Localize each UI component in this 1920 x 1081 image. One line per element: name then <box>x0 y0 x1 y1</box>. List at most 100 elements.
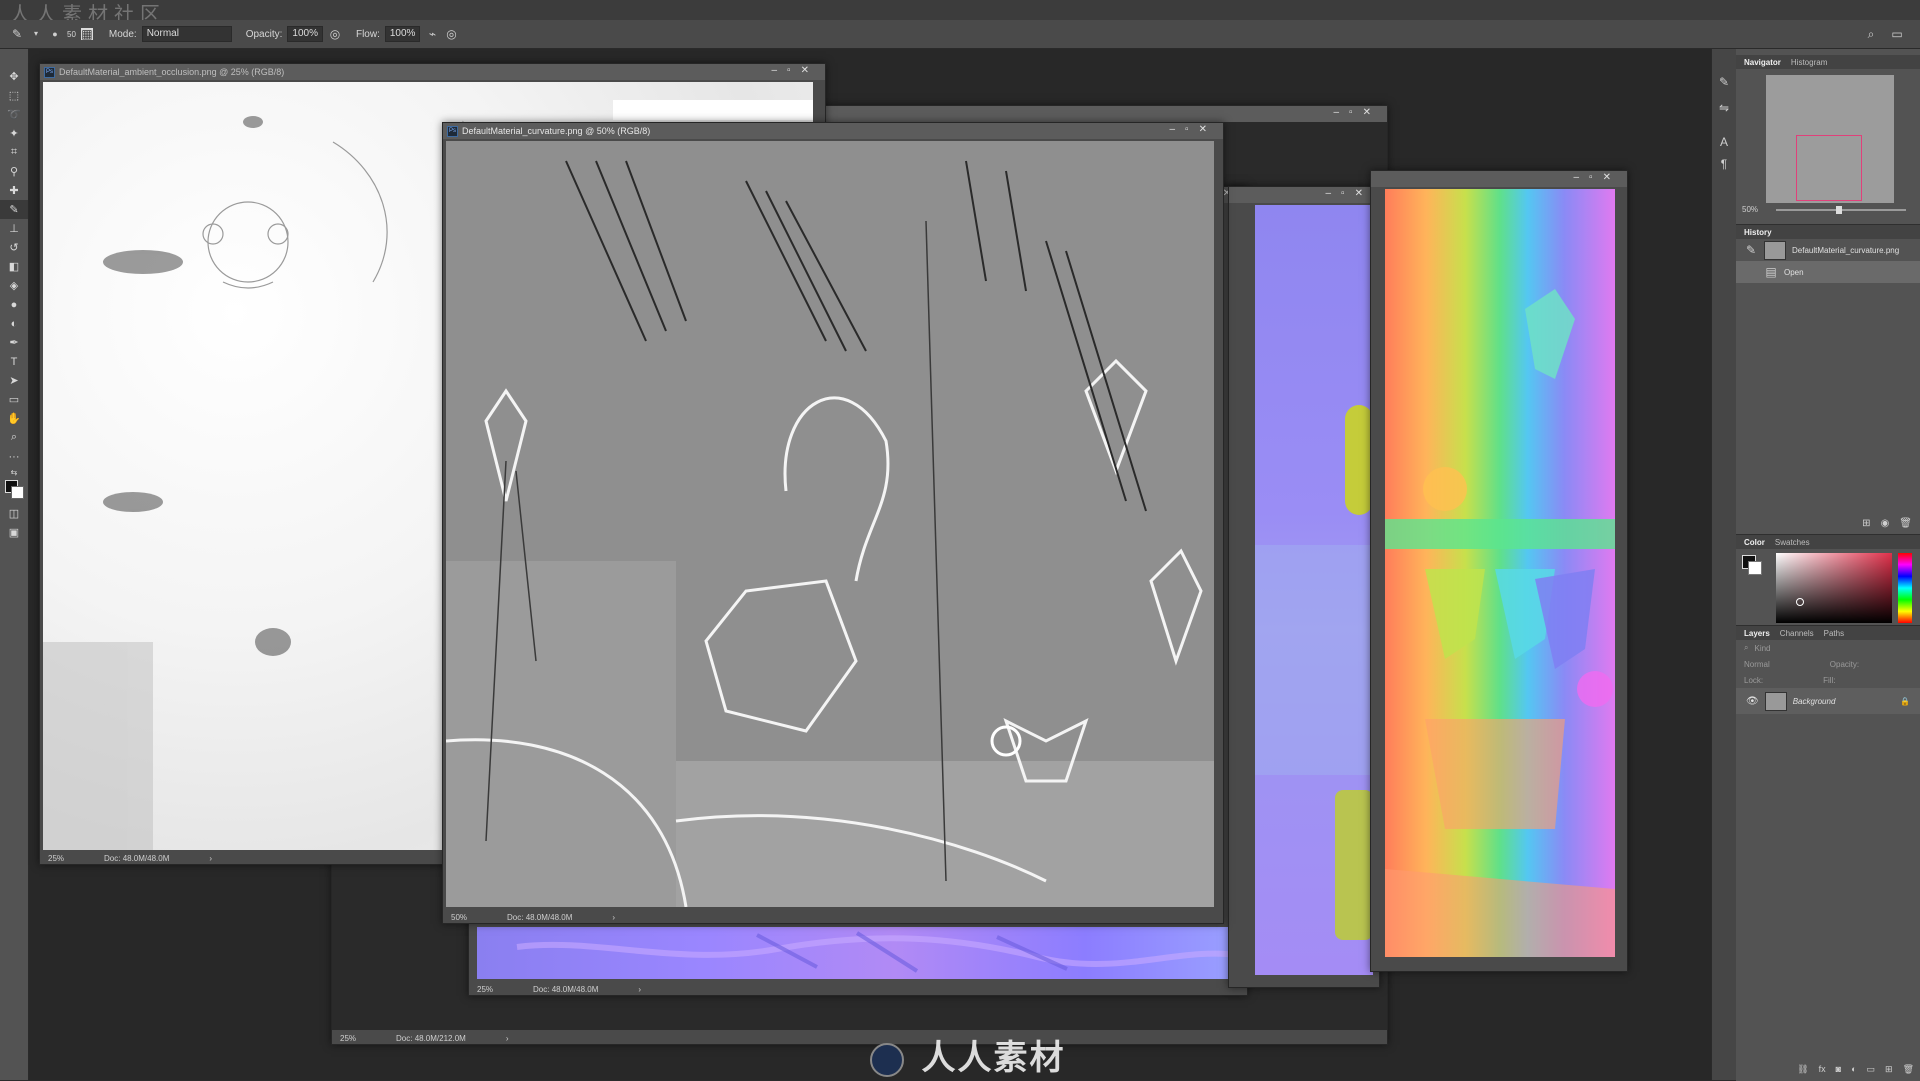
doc-size[interactable]: Doc: 48.0M/48.0M <box>104 854 169 863</box>
blend-mode-select[interactable]: Normal <box>1744 660 1770 669</box>
quick-mask-icon[interactable]: ◫ <box>0 504 28 523</box>
navigator-thumbnail[interactable] <box>1766 75 1894 203</box>
doc-size[interactable]: Doc: 48.0M/48.0M <box>533 985 598 994</box>
history-snapshot[interactable]: ✎ DefaultMaterial_curvature.png <box>1736 239 1920 261</box>
navigator-view-box[interactable] <box>1796 135 1862 201</box>
visibility-eye-icon[interactable]: 👁 <box>1746 696 1759 707</box>
tab-history[interactable]: History <box>1744 228 1772 237</box>
middle-canvas[interactable] <box>1255 205 1373 975</box>
swap-colors-icon[interactable]: ⇆ <box>0 466 28 478</box>
flow-field[interactable]: 100% <box>384 26 421 42</box>
doc-window-curvature[interactable]: Ps DefaultMaterial_curvature.png @ 50% (… <box>442 122 1224 924</box>
lock-label[interactable]: Lock: <box>1744 676 1763 685</box>
navigator-zoom-slider[interactable] <box>1776 206 1906 214</box>
curvature-canvas[interactable] <box>446 141 1214 907</box>
history-brush-tool-icon[interactable]: ↺ <box>0 238 28 257</box>
status-arrow-icon[interactable]: › <box>638 985 641 994</box>
tab-layers[interactable]: Layers <box>1744 629 1770 638</box>
doc-window-world-titlebar[interactable]: –▫✕ <box>1371 171 1627 187</box>
window-controls[interactable]: –▫✕ <box>1334 107 1382 118</box>
status-arrow-icon[interactable]: › <box>209 854 212 863</box>
tab-navigator[interactable]: Navigator <box>1744 58 1781 67</box>
eraser-tool-icon[interactable]: ◧ <box>0 257 28 276</box>
doc-size[interactable]: Doc: 48.0M/212.0M <box>396 1034 466 1043</box>
zoom-value[interactable]: 25% <box>340 1034 356 1043</box>
dodge-tool-icon[interactable]: ◐ <box>0 314 28 333</box>
layer-name[interactable]: Background <box>1793 697 1836 706</box>
tab-swatches[interactable]: Swatches <box>1775 538 1810 547</box>
window-controls[interactable]: –▫✕ <box>1326 188 1374 199</box>
marquee-tool-icon[interactable]: ⬚ <box>0 86 28 105</box>
workspace-icon[interactable]: ▭ <box>1890 27 1904 41</box>
adjustment-layer-icon[interactable]: ◐ <box>1851 1064 1856 1075</box>
pen-tool-icon[interactable]: ✒ <box>0 333 28 352</box>
lock-icon[interactable]: 🔒 <box>1900 697 1910 706</box>
paragraph-panel-icon[interactable]: ¶ <box>1717 157 1731 171</box>
background-color-swatch[interactable] <box>11 486 24 499</box>
filter-kind-label[interactable]: Kind <box>1754 644 1770 653</box>
type-tool-icon[interactable]: T <box>0 352 28 371</box>
trash-icon[interactable]: 🗑 <box>1899 518 1912 529</box>
normal-map-canvas[interactable] <box>477 927 1237 979</box>
magic-wand-tool-icon[interactable]: ✦ <box>0 124 28 143</box>
doc-size[interactable]: Doc: 48.0M/48.0M <box>507 913 572 922</box>
history-brush-source-icon[interactable]: ✎ <box>1744 243 1758 257</box>
history-state-open[interactable]: ▤ Open <box>1736 261 1920 283</box>
fill-label[interactable]: Fill: <box>1823 676 1835 685</box>
doc-window-ambient-titlebar[interactable]: Ps DefaultMaterial_ambient_occlusion.png… <box>40 64 825 80</box>
world-normal-canvas[interactable] <box>1385 189 1615 957</box>
trash-icon[interactable]: 🗑 <box>1903 1064 1914 1075</box>
lasso-tool-icon[interactable]: ➰ <box>0 105 28 124</box>
fx-icon[interactable]: fx <box>1819 1064 1826 1075</box>
zoom-value[interactable]: 50% <box>451 913 467 922</box>
color-swatches[interactable] <box>0 478 28 504</box>
doc-window-world-normal[interactable]: –▫✕ <box>1370 170 1628 972</box>
tab-paths[interactable]: Paths <box>1824 629 1844 638</box>
path-selection-tool-icon[interactable]: ➤ <box>0 371 28 390</box>
navigator-zoom[interactable]: 50% <box>1742 205 1758 214</box>
brush-panel-icon[interactable]: ▦ <box>80 28 93 40</box>
navigator-slider-thumb[interactable] <box>1836 206 1842 214</box>
more-tools-icon[interactable]: ··· <box>0 447 28 466</box>
brush-tool-icon[interactable]: ✎ <box>0 200 28 219</box>
new-document-icon[interactable]: ⊞ <box>1862 518 1870 529</box>
hand-tool-icon[interactable]: ✋ <box>0 409 28 428</box>
status-arrow-icon[interactable]: › <box>506 1034 509 1043</box>
add-mask-icon[interactable]: ◙ <box>1836 1064 1841 1075</box>
zoom-tool-icon[interactable]: ⌕ <box>0 428 28 447</box>
color-picker-field[interactable] <box>1776 553 1892 623</box>
doc-window-middle[interactable]: –▫✕ <box>1228 186 1380 988</box>
move-tool-icon[interactable]: ✥ <box>0 67 28 86</box>
opacity-field[interactable]: 100% <box>287 26 323 42</box>
background-color-swatch[interactable] <box>1748 561 1762 575</box>
link-layers-icon[interactable]: ⛓ <box>1797 1064 1808 1075</box>
tab-color[interactable]: Color <box>1744 538 1765 547</box>
brush-preset-icon[interactable]: ● <box>48 27 62 41</box>
filter-search-icon[interactable]: ⌕ <box>1744 643 1748 653</box>
group-folder-icon[interactable]: ▭ <box>1867 1064 1876 1075</box>
crop-tool-icon[interactable]: ⌗ <box>0 143 28 162</box>
layer-row-background[interactable]: 👁 Background 🔒 <box>1736 688 1920 714</box>
window-controls[interactable]: –▫✕ <box>1574 172 1622 183</box>
tab-histogram[interactable]: Histogram <box>1791 58 1827 67</box>
doc-window-middle-titlebar[interactable]: –▫✕ <box>1229 187 1379 203</box>
shape-tool-icon[interactable]: ▭ <box>0 390 28 409</box>
airbrush-icon[interactable]: ⌁ <box>425 27 439 41</box>
adjustments-icon[interactable]: ⇋ <box>1717 101 1731 115</box>
blur-tool-icon[interactable]: ● <box>0 295 28 314</box>
chevron-down-icon[interactable]: ▾ <box>29 27 43 41</box>
doc-window-curvature-titlebar[interactable]: Ps DefaultMaterial_curvature.png @ 50% (… <box>443 123 1223 139</box>
hue-slider[interactable] <box>1898 553 1912 623</box>
search-icon[interactable]: ⌕ <box>1864 27 1878 41</box>
character-panel-icon[interactable]: A <box>1717 135 1731 149</box>
eyedropper-tool-icon[interactable]: ⚲ <box>0 162 28 181</box>
new-layer-icon[interactable]: ⊞ <box>1885 1064 1893 1075</box>
brush-settings-icon[interactable]: ✎ <box>1717 75 1731 89</box>
mode-select[interactable]: Normal <box>141 26 232 42</box>
clone-stamp-tool-icon[interactable]: ⊥ <box>0 219 28 238</box>
pressure-opacity-icon[interactable]: ◎ <box>328 27 342 41</box>
pressure-size-icon[interactable]: ◎ <box>444 27 458 41</box>
paint-bucket-tool-icon[interactable]: ◈ <box>0 276 28 295</box>
color-picker-cursor[interactable] <box>1796 598 1804 606</box>
camera-icon[interactable]: ◉ <box>1881 518 1890 529</box>
